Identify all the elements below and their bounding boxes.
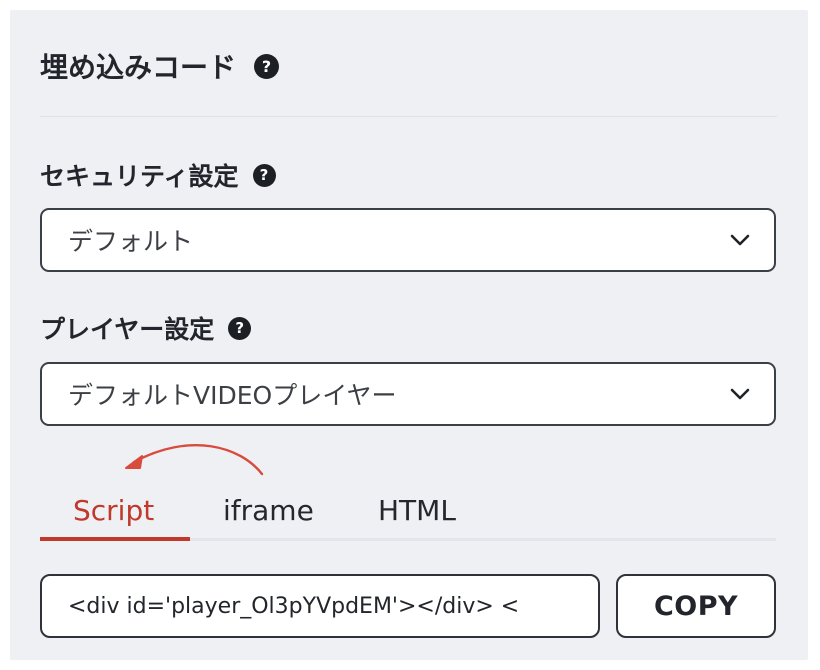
divider — [40, 116, 777, 117]
chevron-down-icon — [730, 234, 750, 246]
player-settings-label: プレイヤー設定 — [40, 315, 215, 344]
tab-html[interactable]: HTML — [378, 480, 456, 540]
tab-script[interactable]: Script — [73, 480, 154, 540]
security-settings-select[interactable]: デフォルト — [40, 208, 776, 272]
chevron-down-icon — [730, 388, 750, 400]
player-settings-value: デフォルトVIDEOプレイヤー — [68, 381, 397, 410]
help-icon[interactable]: ? — [228, 316, 252, 340]
active-tab-indicator — [40, 537, 190, 541]
copy-button[interactable]: COPY — [616, 574, 776, 638]
security-settings-value: デフォルト — [68, 227, 194, 256]
help-icon[interactable]: ? — [254, 53, 280, 79]
tab-iframe[interactable]: iframe — [223, 480, 314, 540]
embed-code-field[interactable]: <div id='player_Ol3pYVpdEM'></div> < — [40, 574, 600, 638]
player-settings-select[interactable]: デフォルトVIDEOプレイヤー — [40, 362, 776, 426]
help-icon[interactable]: ? — [252, 163, 276, 187]
security-settings-label: セキュリティ設定 — [40, 162, 239, 191]
embed-code-heading: 埋め込みコード ? — [40, 46, 280, 86]
embed-type-tabs: Script iframe HTML — [40, 480, 776, 542]
embed-code-title: 埋め込みコード — [40, 51, 237, 84]
embed-code-panel: 埋め込みコード ? セキュリティ設定 ? デフォルト プレイヤー設定 ? デフォ… — [10, 10, 808, 660]
player-settings-heading: プレイヤー設定 ? — [40, 310, 252, 346]
security-settings-heading: セキュリティ設定 ? — [40, 157, 276, 193]
